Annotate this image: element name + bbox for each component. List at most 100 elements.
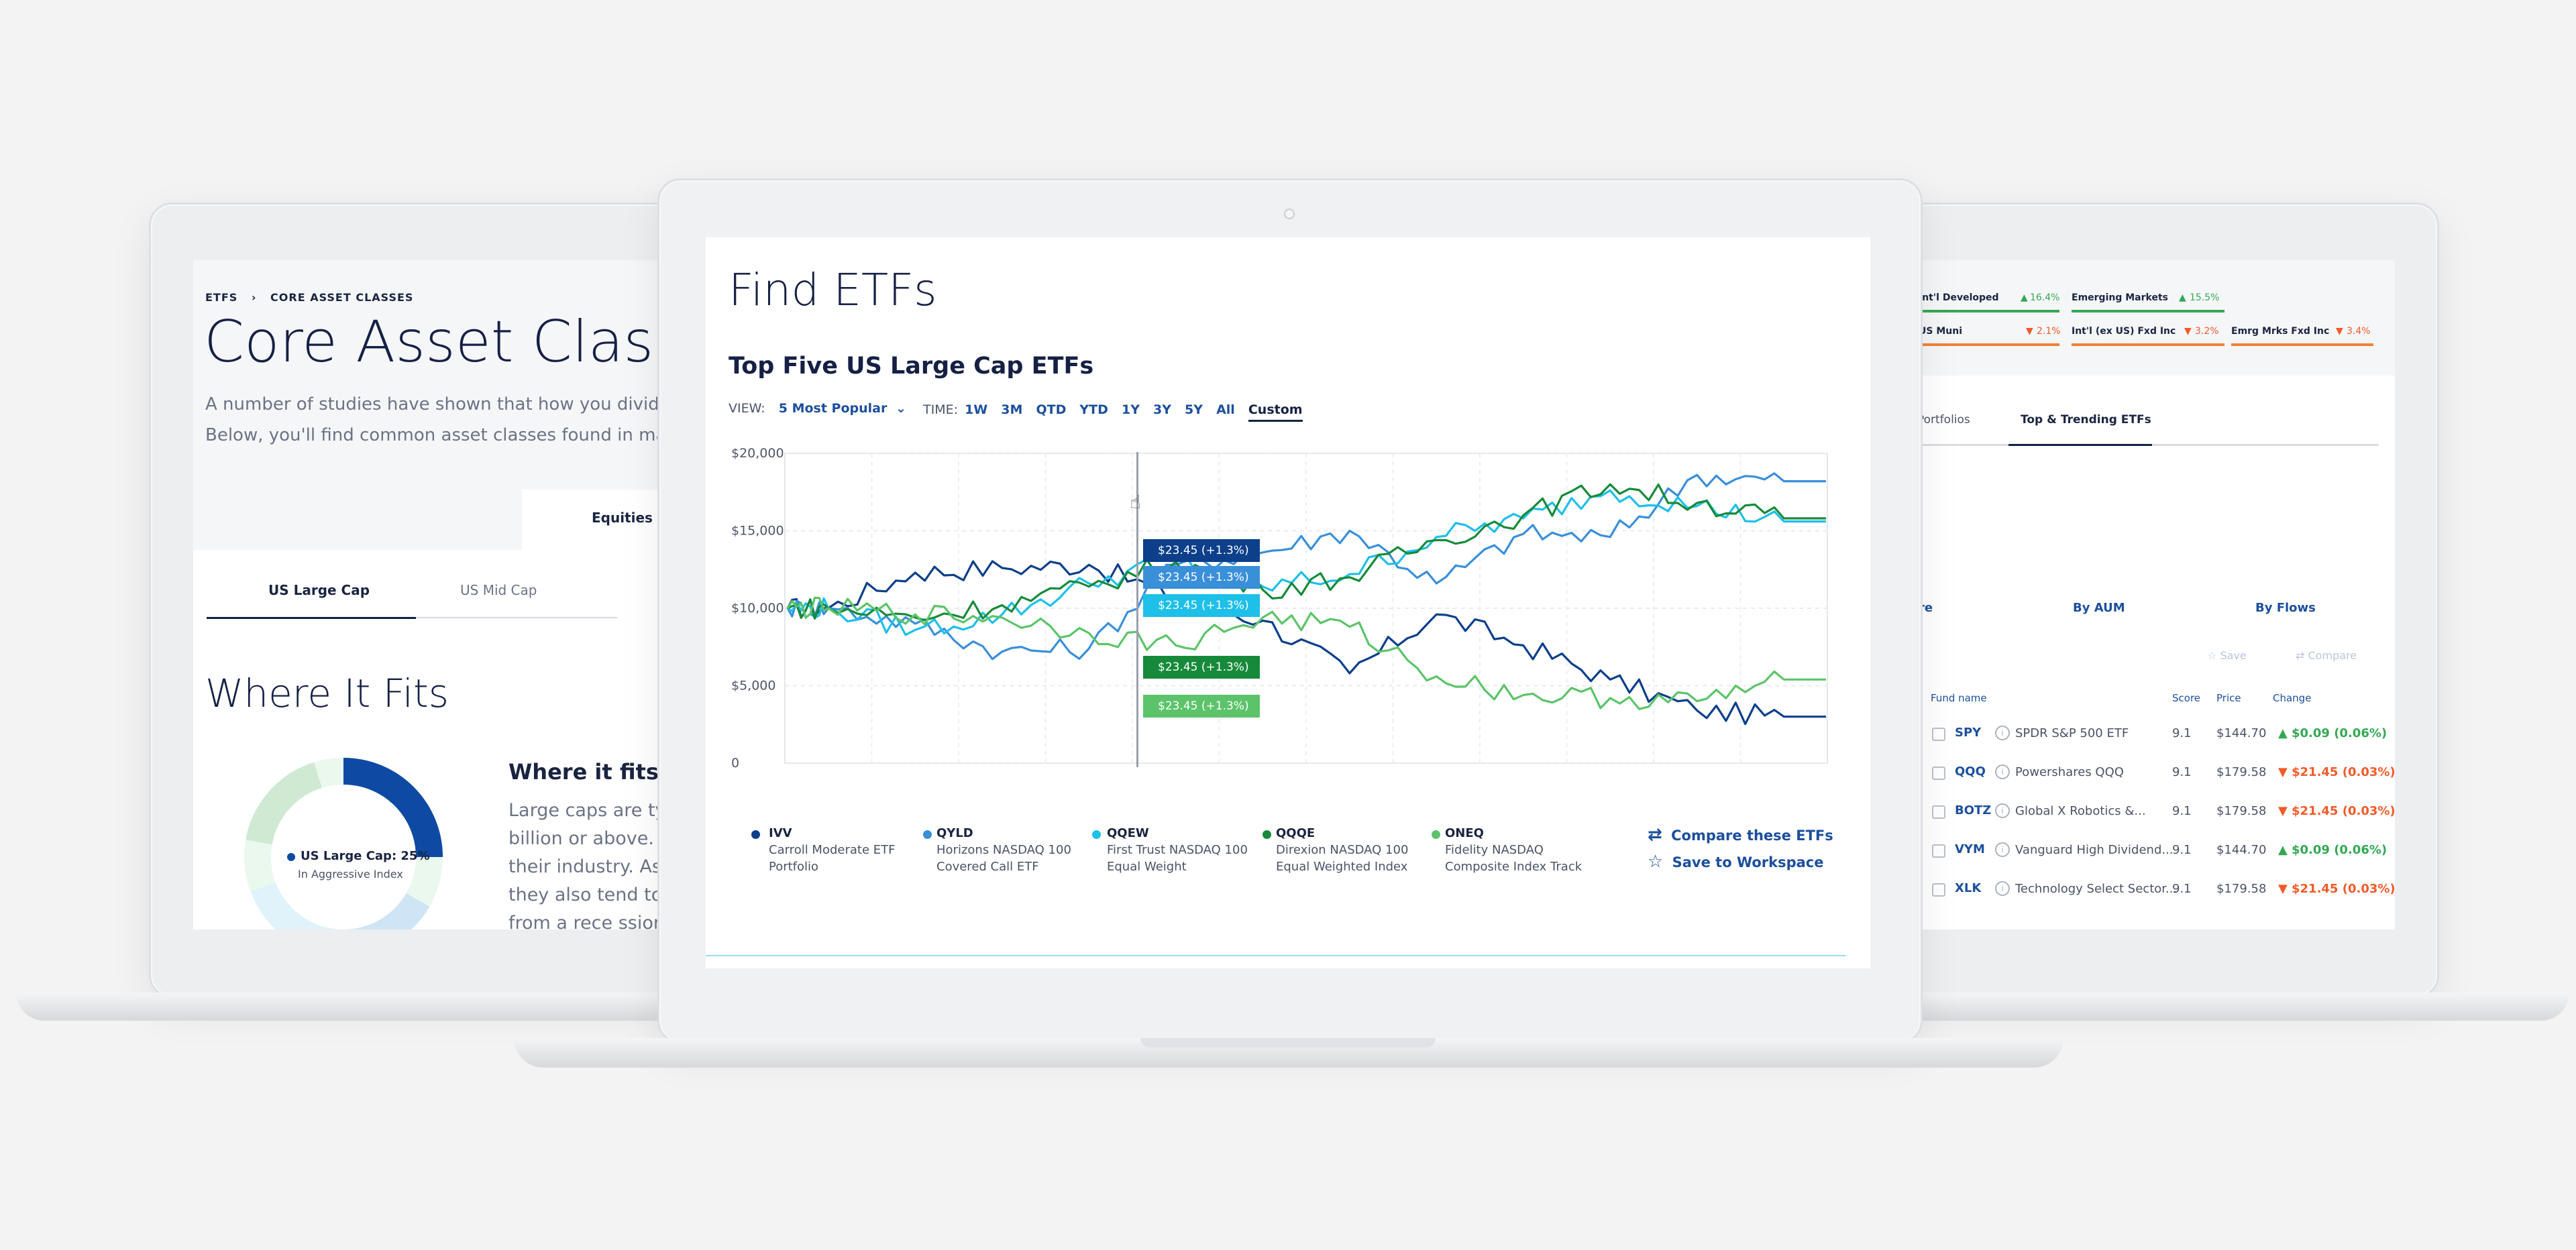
table-row[interactable]: QQQ i Powershares QQQ 9.1 $179.58 ▼ $21.…	[1905, 754, 2395, 793]
up-arrow-icon: ▲	[2278, 843, 2288, 857]
tile-intl-developed[interactable]: Int'l Developed ▲ 16.4%	[1905, 290, 2059, 312]
col-price[interactable]: Price	[2216, 692, 2241, 704]
info-icon[interactable]: i	[1995, 764, 2010, 779]
filter-by-aum[interactable]: By AUM	[2073, 601, 2125, 615]
tile-change: 2.1%	[2037, 326, 2061, 337]
time-option-custom[interactable]: Custom	[1248, 402, 1303, 422]
info-icon[interactable]: i	[1995, 881, 2010, 896]
table-row[interactable]: SPY i SPDR S&P 500 ETF 9.1 $144.70 ▲ $0.…	[1905, 715, 2395, 754]
row-change: $0.09 (0.06%)	[2292, 726, 2387, 740]
tooltip-qqqe: $23.45 (+1.3%)	[1143, 656, 1260, 679]
view-dropdown-value: 5 Most Popular	[778, 401, 888, 416]
legend-ticker: QYLD	[936, 826, 973, 840]
y-tick-label: $10,000	[731, 601, 784, 616]
tile-us-muni[interactable]: US Muni ▼ 2.1%	[1905, 322, 2061, 346]
fits-line: Large caps are typ	[508, 800, 678, 821]
breadcrumb-etfs[interactable]: ETFS	[205, 291, 237, 304]
time-option-3m[interactable]: 3M	[1001, 402, 1022, 417]
legend-ticker: QQEW	[1107, 826, 1149, 840]
row-symbol[interactable]: SPY	[1955, 726, 1981, 740]
row-name: Powershares QQQ	[2015, 765, 2124, 779]
tab-top-trending[interactable]: Top & Trending ETFs	[2008, 408, 2152, 446]
compare-button-label: Compare	[2308, 649, 2357, 662]
star-icon: ☆	[1648, 852, 1664, 872]
tile-emerging-markets[interactable]: Emerging Markets ▲ 15.5%	[2072, 290, 2224, 312]
tile-intl-fxd-inc[interactable]: Int'l (ex US) Fxd Inc ▼ 3.2%	[2072, 322, 2224, 346]
down-arrow-icon: ▼	[2278, 804, 2288, 818]
y-tick-label: $20,000	[731, 446, 784, 461]
center-laptop-notch	[1140, 1038, 1436, 1047]
etf-performance-chart[interactable]: $20,000$15,000$10,000$5,0000JanFebMarApr…	[706, 439, 1870, 774]
bottom-divider	[706, 955, 1846, 956]
chart-title: Top Five US Large Cap ETFs	[729, 353, 1094, 380]
legend-line2: Portfolio	[769, 860, 819, 874]
down-arrow-icon: ▼	[2278, 765, 2288, 779]
row-change: $0.09 (0.06%)	[2292, 843, 2387, 857]
row-checkbox[interactable]	[1932, 844, 1945, 858]
time-selector: TIME: 1W 3M QTD YTD 1Y 3Y 5Y All Custom	[923, 402, 1303, 422]
compare-button[interactable]: ⇄ Compare	[2296, 649, 2357, 662]
row-symbol[interactable]: QQQ	[1955, 764, 1986, 779]
tooltip-oneq: $23.45 (+1.3%)	[1143, 695, 1260, 718]
time-option-1y[interactable]: 1Y	[1122, 402, 1140, 417]
legend-dot-oneq	[1432, 830, 1440, 839]
subtab-us-mid-cap[interactable]: US Mid Cap	[416, 582, 617, 618]
time-option-ytd[interactable]: YTD	[1079, 402, 1108, 417]
save-to-workspace-button[interactable]: ☆ Save to Workspace	[1648, 852, 1824, 872]
legend-line1: Fidelity NASDAQ	[1445, 843, 1544, 857]
hand-cursor-icon: ☝	[1130, 491, 1142, 513]
subtab-us-mid-cap-label: US Mid Cap	[460, 582, 537, 598]
row-change: $21.45 (0.03%)	[2292, 765, 2395, 779]
save-button[interactable]: ☆ Save	[2207, 649, 2247, 662]
time-option-5y[interactable]: 5Y	[1185, 402, 1203, 417]
chart-grid	[784, 453, 1828, 764]
col-change[interactable]: Change	[2273, 692, 2311, 704]
tile-emrg-fxd-inc[interactable]: Emrg Mrks Fxd Inc ▼ 3.4%	[2231, 322, 2373, 346]
table-row[interactable]: XLK i Technology Select Sector... 9.1 $1…	[1905, 870, 2395, 909]
legend-item-qyld[interactable]: QYLD Horizons NASDAQ 100 Covered Call ET…	[936, 825, 1071, 875]
legend-line2: Equal Weighted Index	[1276, 860, 1408, 874]
row-checkbox[interactable]	[1932, 883, 1945, 897]
intro-text-1: A number of studies have shown that how …	[205, 394, 698, 414]
legend-item-ivv[interactable]: IVV Carroll Moderate ETF Portfolio	[769, 825, 895, 875]
col-fund-name[interactable]: Fund name	[1931, 692, 1987, 704]
breadcrumb-core[interactable]: CORE ASSET CLASSES	[270, 291, 413, 304]
subtab-us-large-cap[interactable]: US Large Cap	[207, 582, 416, 619]
info-icon[interactable]: i	[1995, 726, 2010, 740]
row-symbol[interactable]: XLK	[1955, 881, 1981, 895]
filter-by-flows[interactable]: By Flows	[2255, 601, 2316, 615]
time-option-3y[interactable]: 3Y	[1153, 402, 1171, 417]
info-icon[interactable]: i	[1995, 803, 2010, 818]
table-row[interactable]: VYM i Vanguard High Dividend... 9.1 $144…	[1905, 832, 2395, 870]
legend-item-qqqe[interactable]: QQQE Direxion NASDAQ 100 Equal Weighted …	[1276, 825, 1408, 875]
legend-item-oneq[interactable]: ONEQ Fidelity NASDAQ Composite Index Tra…	[1445, 825, 1582, 875]
intro-text-2: Below, you'll find common asset classes …	[205, 425, 688, 445]
time-option-all[interactable]: All	[1216, 402, 1235, 417]
tab-portfolios[interactable]: Portfolios	[1917, 413, 1970, 427]
view-dropdown[interactable]: 5 Most Popular ⌄	[779, 401, 906, 416]
time-option-qtd[interactable]: QTD	[1036, 402, 1066, 417]
row-checkbox[interactable]	[1932, 766, 1945, 780]
chevron-right-icon: ›	[251, 291, 257, 304]
time-option-1w[interactable]: 1W	[965, 402, 987, 417]
row-symbol[interactable]: BOTZ	[1955, 803, 1991, 817]
row-price: $144.70	[2216, 843, 2267, 857]
tile-name: Int'l Developed	[1919, 292, 1999, 303]
col-score[interactable]: Score	[2172, 692, 2200, 704]
row-symbol[interactable]: VYM	[1955, 842, 1985, 856]
allocation-donut	[244, 758, 443, 929]
table-row[interactable]: BOTZ i Global X Robotics &... 9.1 $179.5…	[1905, 793, 2395, 832]
row-score: 9.1	[2172, 882, 2192, 896]
save-button-label: Save	[2220, 649, 2247, 662]
legend-item-qqew[interactable]: QQEW First Trust NASDAQ 100 Equal Weight	[1107, 825, 1248, 875]
compare-etfs-button[interactable]: ⇄ Compare these ETFs	[1648, 825, 1833, 845]
row-checkbox[interactable]	[1932, 805, 1945, 819]
fits-title: Where it fits	[508, 759, 659, 785]
info-icon[interactable]: i	[1995, 842, 2010, 857]
center-screen: Find ETFs Top Five US Large Cap ETFs VIE…	[706, 237, 1870, 968]
fits-text: Large caps are typ billion or above. Th …	[508, 797, 682, 929]
row-checkbox[interactable]	[1932, 728, 1945, 741]
legend-dot-qqqe	[1263, 830, 1271, 839]
donut-sublabel: In Aggressive Index	[298, 868, 403, 880]
tooltip-qyld: $23.45 (+1.3%)	[1143, 566, 1260, 589]
